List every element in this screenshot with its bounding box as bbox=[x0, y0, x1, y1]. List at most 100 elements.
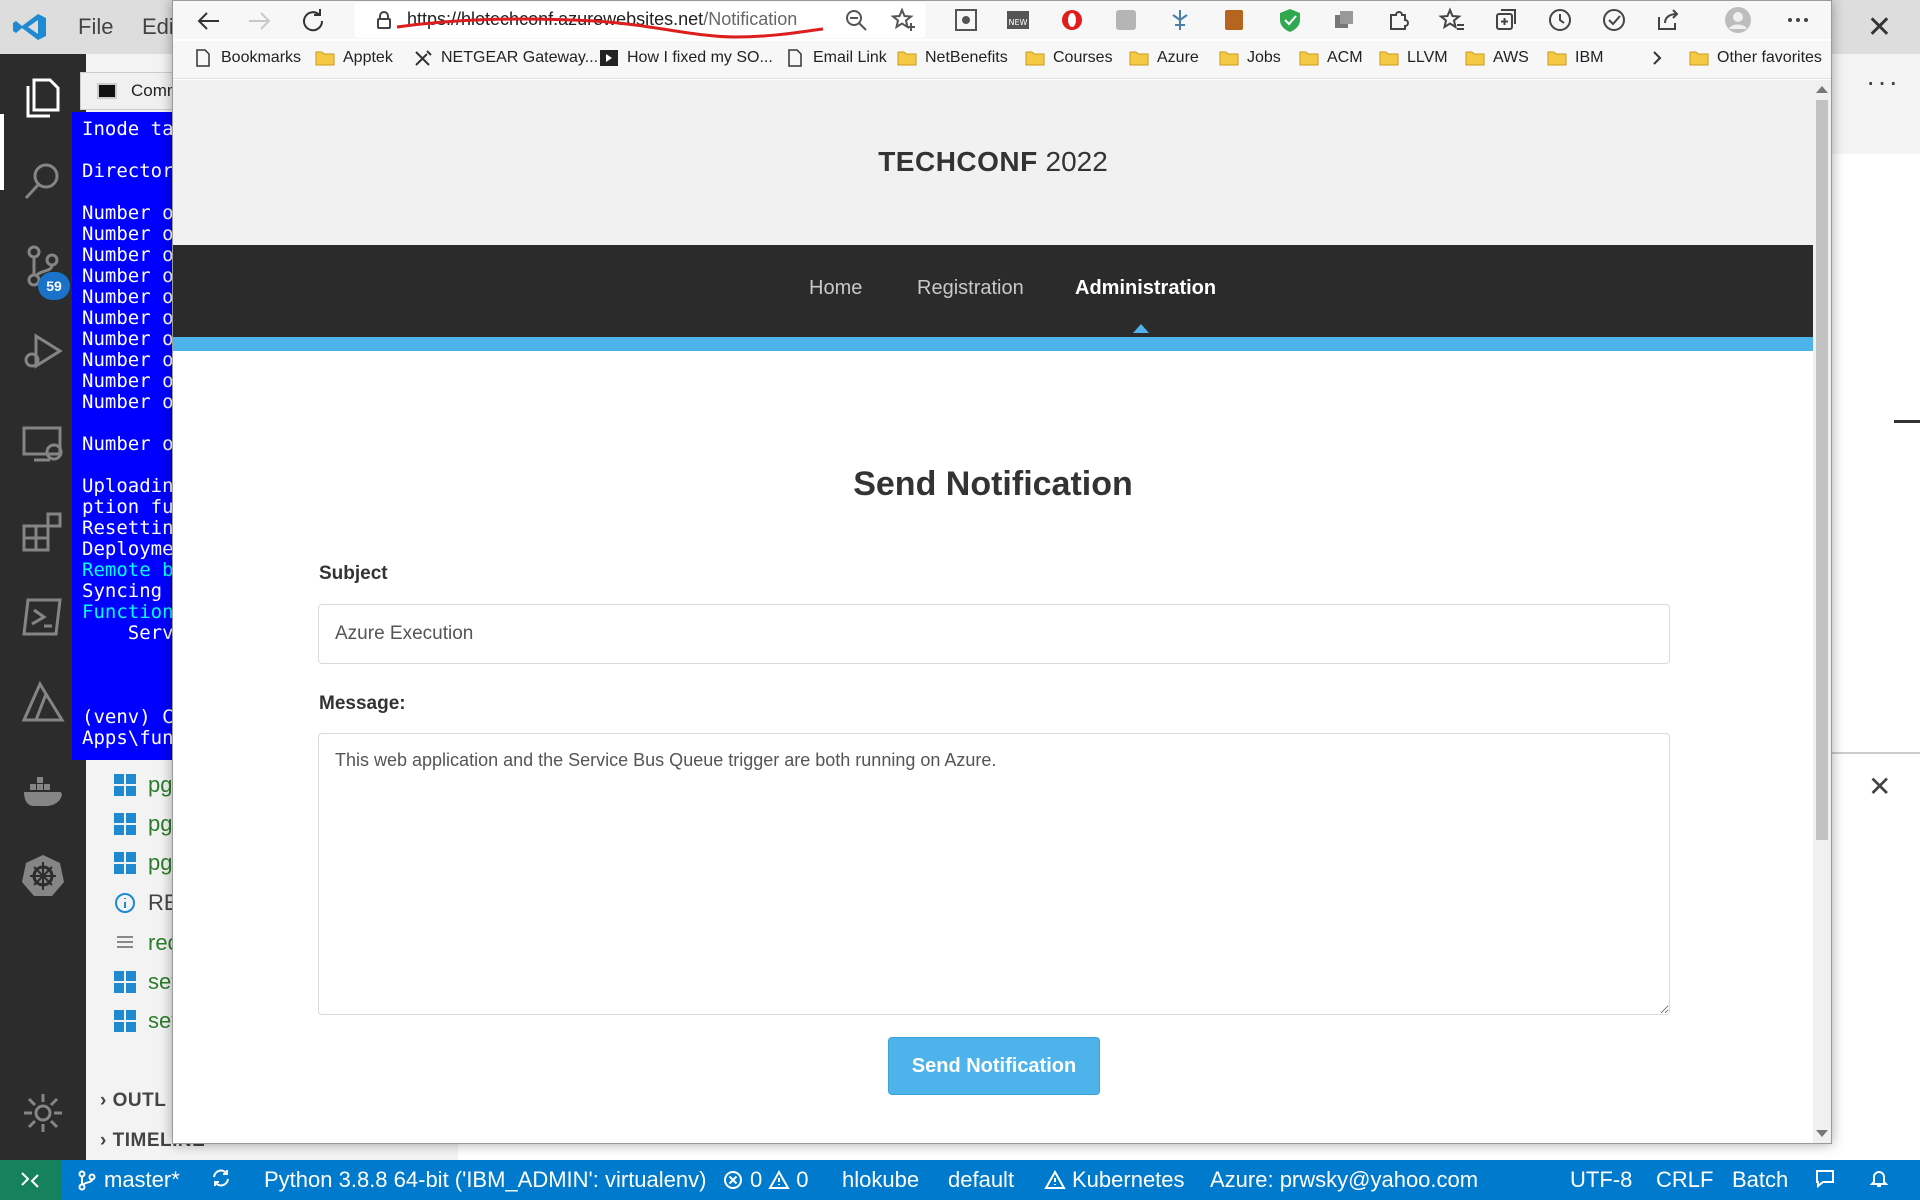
history-icon[interactable] bbox=[1545, 5, 1575, 35]
azure-account[interactable]: Azure: prwsky@yahoo.com bbox=[1210, 1167, 1478, 1193]
accent-stripe bbox=[173, 337, 1813, 351]
forward-icon[interactable] bbox=[243, 5, 275, 37]
bookmarks-overflow-chevron-icon[interactable] bbox=[1647, 49, 1667, 67]
performance-icon[interactable] bbox=[1599, 5, 1629, 35]
git-branch[interactable]: master* bbox=[76, 1167, 180, 1193]
site-title[interactable]: TECHCONF 2022 bbox=[173, 146, 1813, 178]
page-scrollbar[interactable] bbox=[1813, 80, 1831, 1143]
remote-explorer-icon[interactable] bbox=[20, 420, 66, 466]
file-item[interactable]: set bbox=[114, 1004, 177, 1038]
warning-icon bbox=[1044, 1169, 1066, 1189]
zoom-out-icon[interactable] bbox=[843, 7, 869, 33]
scroll-up-icon[interactable] bbox=[1816, 86, 1828, 93]
opera-extension-icon[interactable] bbox=[1057, 5, 1087, 35]
extensions-puzzle-icon[interactable] bbox=[1383, 5, 1413, 35]
grey-extension-icon[interactable] bbox=[1111, 5, 1141, 35]
send-notification-button[interactable]: Send Notification bbox=[888, 1037, 1100, 1095]
scroll-down-icon[interactable] bbox=[1816, 1130, 1828, 1137]
share-icon[interactable] bbox=[1653, 5, 1683, 35]
bookmark-folder[interactable]: ACM bbox=[1299, 49, 1363, 67]
message-textarea[interactable]: This web application and the Service Bus… bbox=[318, 733, 1670, 1015]
news-extension-icon[interactable]: NEW bbox=[1003, 5, 1033, 35]
nav-registration[interactable]: Registration bbox=[917, 277, 1024, 300]
folder-icon bbox=[1547, 51, 1567, 66]
file-item[interactable]: RE bbox=[114, 886, 179, 920]
problems-indicator[interactable]: 0 0 bbox=[722, 1167, 809, 1193]
shield-extension-icon[interactable] bbox=[1275, 5, 1305, 35]
profile-avatar-icon[interactable] bbox=[1723, 5, 1753, 35]
page-icon bbox=[196, 49, 210, 67]
docker-icon[interactable] bbox=[20, 768, 66, 814]
panel-border bbox=[1832, 752, 1920, 754]
explorer-icon[interactable] bbox=[20, 72, 66, 118]
menu-file[interactable]: File bbox=[78, 14, 113, 40]
back-icon[interactable] bbox=[193, 5, 225, 37]
bookmark-folder[interactable]: Jobs bbox=[1219, 49, 1281, 67]
console-line: Number o bbox=[82, 370, 174, 392]
add-favorite-icon[interactable] bbox=[891, 7, 917, 33]
sync-icon[interactable] bbox=[210, 1167, 232, 1189]
bookmark-item[interactable]: Bookmarks bbox=[193, 49, 301, 67]
vscode-close-icon[interactable]: ✕ bbox=[1867, 10, 1892, 45]
status-bar: master* Python 3.8.8 64-bit ('IBM_ADMIN'… bbox=[0, 1160, 1920, 1200]
bookmark-item[interactable]: Email Link bbox=[785, 49, 887, 67]
folder-icon bbox=[1299, 51, 1319, 66]
console-line: Number o bbox=[82, 244, 174, 266]
file-item[interactable]: pg bbox=[114, 846, 172, 880]
panel-close-icon[interactable]: ✕ bbox=[1868, 770, 1891, 803]
nav-administration[interactable]: Administration bbox=[1075, 277, 1216, 300]
bookmark-item[interactable]: How I fixed my SO... bbox=[599, 49, 773, 67]
bookmark-item[interactable]: NETGEAR Gateway... bbox=[413, 49, 598, 67]
k8s-namespace[interactable]: default bbox=[948, 1167, 1014, 1193]
bookmark-folder[interactable]: NetBenefits bbox=[897, 49, 1008, 67]
encoding[interactable]: UTF-8 bbox=[1570, 1167, 1632, 1193]
bookmark-folder[interactable]: Courses bbox=[1025, 49, 1113, 67]
bookmark-folder[interactable]: AWS bbox=[1465, 49, 1529, 67]
file-item[interactable]: rec bbox=[114, 926, 179, 960]
azure-icon[interactable] bbox=[20, 680, 66, 726]
bookmark-folder[interactable]: IBM bbox=[1547, 49, 1603, 67]
browser-toolbar: https://hlotechconf.azurewebsites.net/No… bbox=[173, 1, 1831, 39]
bookmark-folder[interactable]: LLVM bbox=[1379, 49, 1448, 67]
run-debug-icon[interactable] bbox=[20, 328, 66, 374]
bookmark-folder[interactable]: Other favorites bbox=[1689, 49, 1822, 67]
settings-more-icon[interactable] bbox=[1783, 5, 1813, 35]
console-line: Number o bbox=[82, 265, 174, 287]
notifications-bell-icon[interactable] bbox=[1868, 1167, 1890, 1189]
kubernetes-icon[interactable] bbox=[20, 852, 66, 898]
kubernetes-status[interactable]: Kubernetes bbox=[1044, 1167, 1185, 1193]
warning-icon bbox=[768, 1169, 790, 1189]
console-line: Inode ta bbox=[82, 118, 174, 140]
extension-settings-icon[interactable] bbox=[951, 5, 981, 35]
file-item[interactable]: pg bbox=[114, 807, 172, 841]
outline-section[interactable]: › OUTL bbox=[100, 1090, 166, 1112]
browser-window: https://hlotechconf.azurewebsites.net/No… bbox=[172, 0, 1832, 1144]
scrollbar-thumb[interactable] bbox=[1816, 100, 1828, 840]
file-item[interactable]: pg bbox=[114, 768, 172, 802]
collections-icon[interactable] bbox=[1491, 5, 1521, 35]
copy-extension-icon[interactable] bbox=[1329, 5, 1359, 35]
more-actions-icon[interactable]: ··· bbox=[1866, 66, 1900, 98]
extensions-icon[interactable] bbox=[20, 508, 66, 554]
nav-home[interactable]: Home bbox=[809, 277, 862, 300]
refresh-icon[interactable] bbox=[297, 5, 329, 37]
powershell-icon[interactable] bbox=[20, 594, 66, 640]
bookmark-folder[interactable]: Apptek bbox=[315, 49, 393, 67]
bookmark-folder[interactable]: Azure bbox=[1129, 49, 1199, 67]
search-icon[interactable] bbox=[20, 158, 66, 204]
language-mode[interactable]: Batch bbox=[1732, 1167, 1788, 1193]
k8s-context[interactable]: hlokube bbox=[842, 1167, 919, 1193]
remote-indicator[interactable] bbox=[0, 1160, 62, 1200]
settings-gear-icon[interactable] bbox=[20, 1090, 66, 1136]
tree-extension-icon[interactable] bbox=[1165, 5, 1195, 35]
feedback-icon[interactable] bbox=[1814, 1167, 1836, 1189]
windows-file-icon bbox=[114, 813, 136, 835]
orange-extension-icon[interactable] bbox=[1219, 5, 1249, 35]
menu-edit[interactable]: Edi bbox=[142, 14, 174, 40]
subject-input[interactable] bbox=[318, 604, 1670, 664]
file-item[interactable]: set bbox=[114, 965, 177, 999]
python-interpreter[interactable]: Python 3.8.8 64-bit ('IBM_ADMIN': virtua… bbox=[264, 1167, 706, 1193]
favorites-icon[interactable] bbox=[1437, 5, 1467, 35]
web-page: TECHCONF 2022 Home Registration Administ… bbox=[173, 80, 1813, 1143]
line-ending[interactable]: CRLF bbox=[1656, 1167, 1713, 1193]
